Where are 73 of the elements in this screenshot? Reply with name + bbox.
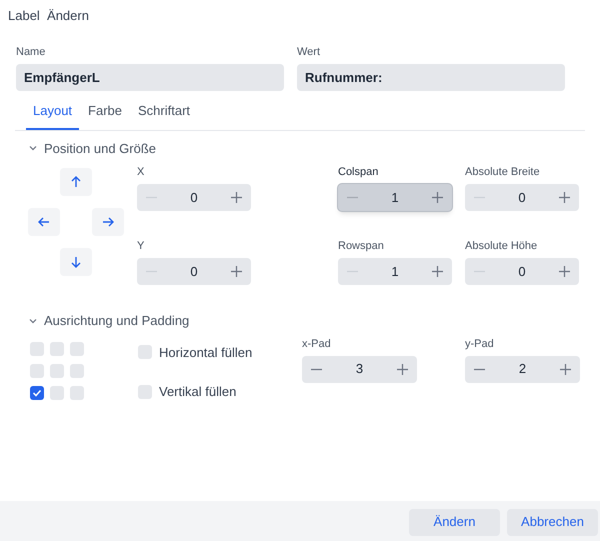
plus-icon [559,192,570,203]
plus-icon [231,192,242,203]
number-stepper[interactable]: 0 [137,258,251,285]
plus-button[interactable] [556,266,573,277]
plus-button[interactable] [430,192,446,203]
plus-icon [231,266,242,277]
anchor-checkbox[interactable] [50,342,64,356]
anchor-checkbox[interactable] [30,364,44,378]
stepper-label: Colspan [338,165,380,179]
move-button[interactable] [60,168,92,196]
anchor-checkbox[interactable] [70,342,84,356]
plus-button[interactable] [394,364,411,374]
tab[interactable]: Farbe [81,101,130,130]
checkbox-label: Horizontal füllen [159,344,252,362]
anchor-checkbox[interactable] [70,364,84,378]
anchor-checkbox[interactable] [50,386,64,400]
checkbox[interactable] [138,384,152,399]
tab[interactable]: Layout [26,101,80,130]
number-stepper[interactable]: 0 [465,258,579,285]
stepper-value: 0 [518,188,526,207]
number-stepper[interactable]: 0 [137,184,251,211]
arrow-down-icon [69,255,83,269]
arrow-up-icon [69,175,83,189]
stepper-value: 3 [356,360,364,378]
plus-button[interactable] [228,266,245,277]
plus-button[interactable] [430,266,446,277]
plus-icon [432,192,444,203]
field-label: Wert [297,45,322,59]
stepper-label: X [137,165,146,179]
stepper-label: y-Pad [465,336,495,350]
stepper-label: Y [137,239,146,253]
move-button[interactable] [92,208,124,236]
anchor-checkbox[interactable] [30,342,44,356]
anchor-checkbox[interactable] [70,386,84,400]
arrow-right-icon [101,215,115,229]
plus-icon [397,364,408,374]
stepper-label: x-Pad [302,336,332,350]
plus-button[interactable] [558,364,574,374]
number-stepper[interactable]: 1 [338,258,452,285]
number-stepper[interactable]: 2 [465,356,580,382]
plus-icon [559,266,570,277]
text-field[interactable]: EmpfängerL [16,64,284,91]
stepper-value: 0 [518,262,526,281]
number-stepper[interactable]: 3 [302,356,417,382]
tab[interactable]: Schriftart [131,101,198,130]
number-stepper[interactable]: 0 [465,184,579,211]
footer-button[interactable]: Abbrechen [507,508,598,536]
stepper-label: Absolute Breite [465,165,541,179]
move-button[interactable] [28,208,60,236]
stepper-value: 0 [190,188,198,207]
stepper-value: 1 [391,188,399,207]
checkbox-label: Vertikal füllen [159,383,236,401]
anchor-checkbox[interactable] [30,386,44,400]
number-stepper[interactable]: 1 [338,184,452,211]
anchor-checkbox[interactable] [50,364,64,378]
text-field[interactable]: Rufnummer: [297,64,565,91]
dialog-title: Label Ändern [8,8,89,23]
section-title: Ausrichtung und Padding [44,312,190,330]
plus-button[interactable] [556,192,573,203]
plus-icon [560,364,572,374]
move-button[interactable] [60,248,92,276]
stepper-label: Rowspan [338,239,385,253]
footer-button[interactable]: Ändern [409,508,500,536]
stepper-value: 1 [391,262,399,281]
field-label: Name [16,45,46,59]
plus-button[interactable] [228,192,245,203]
stepper-value: 0 [190,262,198,281]
arrow-left-icon [37,215,51,229]
checkbox[interactable] [138,345,152,360]
plus-icon [432,266,444,277]
stepper-value: 2 [518,360,526,378]
section-title: Position und Größe [44,140,156,158]
stepper-label: Absolute Höhe [465,239,538,253]
